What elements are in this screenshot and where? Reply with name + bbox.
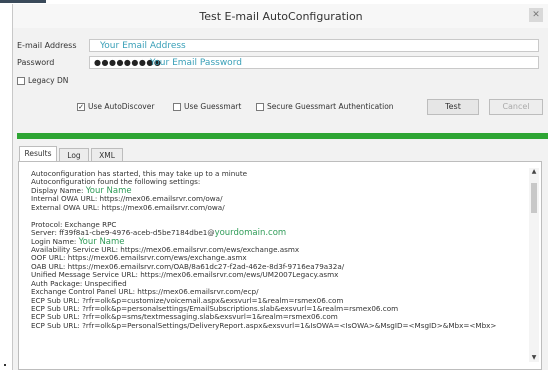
email-field[interactable]: Your Email Address (89, 39, 539, 52)
scroll-down-icon[interactable]: ▼ (529, 354, 539, 362)
scroll-thumb[interactable] (531, 183, 537, 213)
password-value: Your Email Password (150, 58, 242, 68)
use-guessmart-checkbox[interactable] (173, 103, 181, 111)
use-autodiscover-checkbox[interactable]: ✓ (77, 103, 85, 111)
progress-bar (17, 133, 548, 139)
result-line-text: ECP Sub URL: ?rfr=olk&p=PersonalSettings… (31, 320, 497, 330)
result-line-highlight: yourdomain.com (214, 228, 287, 239)
email-value: Your Email Address (100, 41, 186, 51)
legacy-dn-label: Legacy DN (28, 76, 69, 85)
result-line: ECP Sub URL: ?rfr=olk&p=PersonalSettings… (31, 320, 526, 330)
title-bar: Test E-mail AutoConfiguration ✕ (13, 4, 548, 28)
use-guessmart-label: Use Guessmart (184, 102, 242, 111)
legacy-dn-checkbox[interactable] (17, 77, 25, 85)
scroll-up-icon[interactable]: ▲ (529, 168, 539, 176)
password-field[interactable]: ●●●●●●●●● Your Email Password (89, 56, 539, 69)
tab-results[interactable]: Results (19, 146, 57, 162)
tab-log[interactable]: Log (59, 148, 89, 162)
close-button[interactable]: ✕ (529, 8, 543, 22)
result-line-text: External OWA URL: https://mex06.emailsrv… (31, 202, 225, 212)
secure-guessmart-checkbox[interactable] (256, 103, 264, 111)
check-icon: ✓ (78, 103, 84, 111)
password-label: Password (17, 58, 55, 67)
window-title: Test E-mail AutoConfiguration (199, 10, 363, 23)
browser-tab-fragment (0, 0, 46, 3)
autoconfig-dialog: Test E-mail AutoConfiguration ✕ E-mail A… (12, 4, 548, 370)
results-scrollbar[interactable]: ▲ ▼ (529, 168, 539, 362)
cancel-button[interactable]: Cancel (489, 99, 543, 115)
test-button[interactable]: Test (427, 99, 479, 115)
result-line: External OWA URL: https://mex06.emailsrv… (31, 202, 526, 212)
results-output[interactable]: Autoconfiguration has started, this may … (31, 170, 526, 370)
use-autodiscover-label: Use AutoDiscover (88, 102, 155, 111)
secure-guessmart-label: Secure Guessmart Authentication (267, 102, 394, 111)
results-panel: Autoconfiguration has started, this may … (18, 161, 542, 370)
email-label: E-mail Address (17, 41, 77, 50)
tab-xml[interactable]: XML (91, 148, 123, 162)
page-marker (4, 364, 6, 366)
